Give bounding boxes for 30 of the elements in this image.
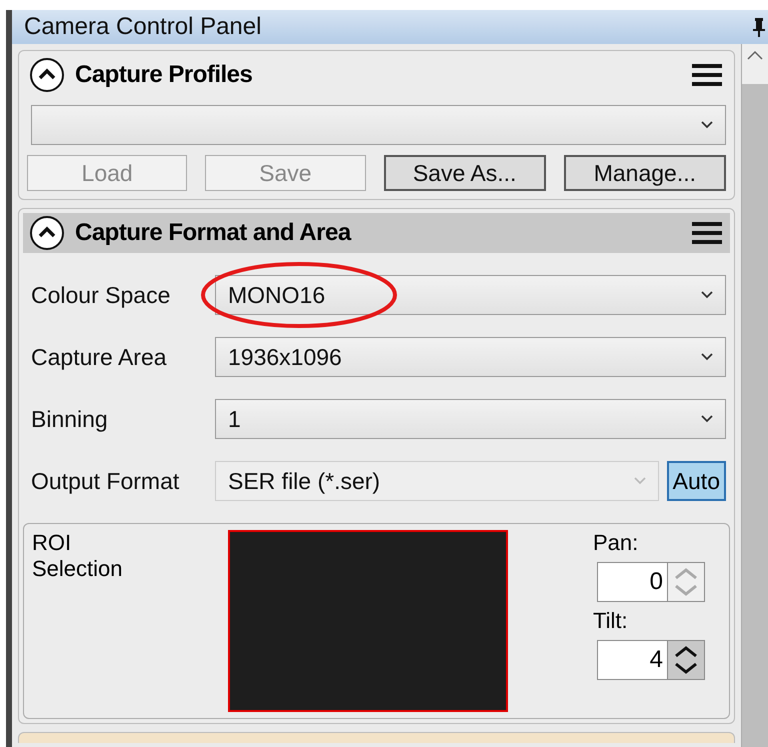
chevron-down-icon	[634, 477, 646, 485]
chevron-down-icon	[701, 415, 713, 423]
section-title: Capture Format and Area	[75, 219, 352, 247]
spinner-label: Pan:	[593, 530, 640, 556]
scrollbar[interactable]	[742, 44, 768, 747]
chevron-down-icon	[701, 121, 713, 129]
pin-icon[interactable]	[752, 16, 766, 38]
dropdown-field[interactable]: MONO16	[215, 275, 726, 315]
dropdown-field[interactable]: 1	[215, 399, 726, 439]
roi-preview[interactable]	[228, 530, 508, 712]
dropdown-field[interactable]: 1936x1096	[215, 337, 726, 377]
profile-button[interactable]: Manage...	[564, 155, 726, 191]
number-spinner[interactable]: 4	[597, 640, 705, 680]
profile-dropdown[interactable]	[31, 105, 726, 145]
chevron-down-icon	[701, 291, 713, 299]
menu-icon[interactable]	[692, 63, 722, 87]
field-label: Colour Space	[31, 282, 172, 308]
window-title: Camera Control Panel	[24, 13, 262, 41]
field-label: Output Format	[31, 468, 180, 494]
roi-label: ROI Selection	[32, 530, 124, 582]
scroll-up-icon[interactable]	[747, 50, 763, 60]
menu-icon[interactable]	[692, 221, 722, 245]
section-title: Capture Profiles	[75, 61, 254, 89]
collapse-icon[interactable]	[29, 57, 65, 93]
spinner-label: Tilt:	[593, 608, 629, 634]
field-label: Binning	[31, 406, 109, 432]
profile-button[interactable]: Save As...	[384, 155, 546, 191]
chevron-down-icon	[701, 353, 713, 361]
field-label: Capture Area	[31, 344, 168, 370]
collapse-icon[interactable]	[29, 215, 65, 251]
